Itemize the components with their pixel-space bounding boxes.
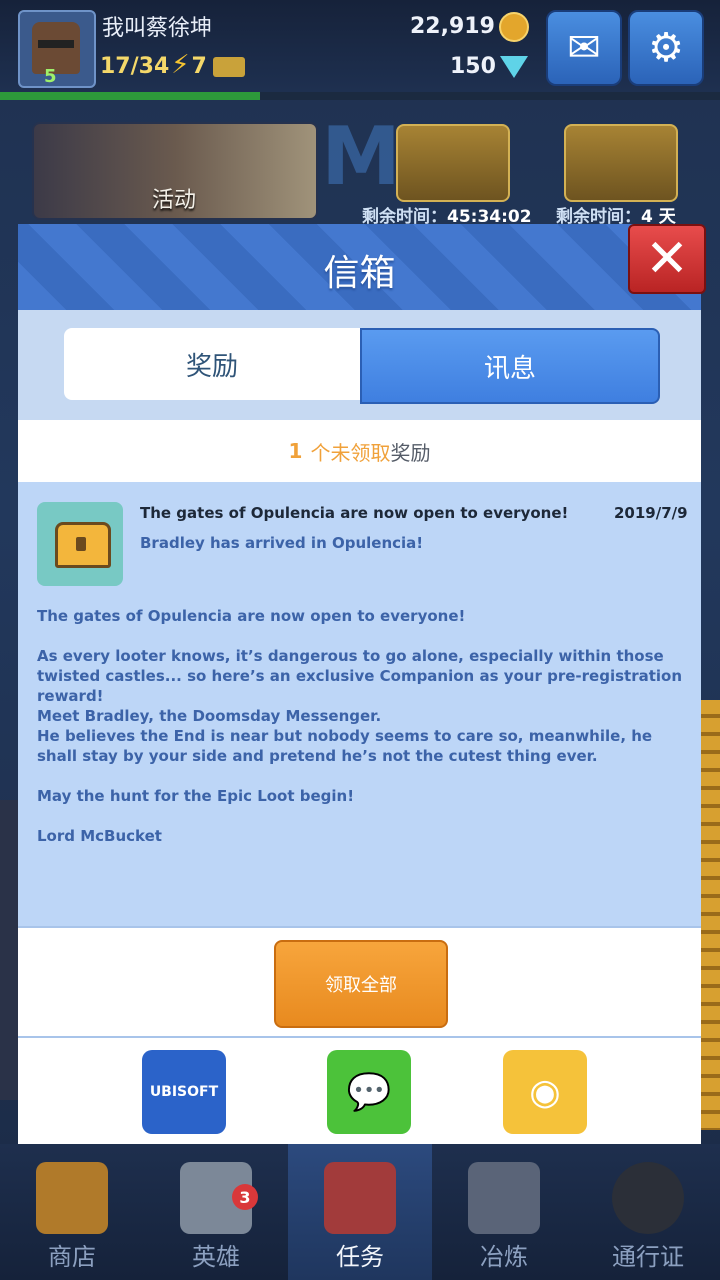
gold-value: 22,919 [410, 14, 495, 39]
top-bar: 5 我叫蔡徐坤 17/34⚡7 22,919 150 ✉ ⚙ [0, 0, 720, 92]
social-links: UBISOFT 💬 ◉ [18, 1036, 701, 1146]
message-detail[interactable]: The gates of Opulencia are now open to e… [18, 482, 701, 926]
nav-item-pass[interactable]: 通行证 [576, 1144, 720, 1280]
xp-bar-fill [0, 92, 260, 100]
message-subtitle: Bradley has arrived in Opulencia! [140, 534, 424, 552]
nav-label: 通行证 [612, 1243, 684, 1271]
mailbox-title: 信箱 [323, 253, 396, 294]
message-paragraph: May the hunt for the Epic Loot begin! [37, 787, 355, 805]
tab-rewards[interactable]: 奖励 [64, 328, 360, 400]
message-paragraph: As every looter knows, it’s dangerous to… [37, 647, 683, 765]
wechat-icon[interactable]: 💬 [327, 1050, 411, 1134]
bottom-nav: 商店 3 英雄 任务 冶炼 通行证 [0, 1144, 720, 1280]
offer-pack-1[interactable] [396, 124, 510, 202]
nav-label: 商店 [48, 1243, 96, 1271]
energy-icon: ⚡ [171, 50, 190, 80]
notification-badge: 3 [232, 1184, 258, 1210]
unclaimed-text: 个未领取 [310, 440, 391, 465]
envelope-icon: ✉ [567, 25, 601, 71]
mailbox-header: 信箱 [18, 224, 701, 310]
nav-item-quests[interactable]: 任务 [288, 1144, 432, 1280]
nav-item-shop[interactable]: 商店 [0, 1144, 144, 1280]
message-icon [37, 502, 123, 586]
coin-pile [700, 700, 720, 1130]
gem-icon [499, 56, 528, 78]
scenery-pillar [0, 800, 18, 1100]
hourglass-icon [612, 1162, 684, 1234]
weibo-icon[interactable]: ◉ [503, 1050, 587, 1134]
ubisoft-label: UBISOFT [149, 1084, 219, 1100]
nav-item-heroes[interactable]: 3 英雄 [144, 1144, 288, 1280]
chest-icon [55, 522, 111, 568]
claim-area: 领取全部 [18, 926, 701, 1038]
anvil-icon [468, 1162, 540, 1234]
nav-label: 冶炼 [480, 1243, 528, 1271]
gem-value: 150 [450, 54, 496, 79]
unclaimed-suffix: 奖励 [390, 440, 431, 465]
close-icon: ✕ [645, 229, 689, 289]
chest-icon [36, 1162, 108, 1234]
nav-label: 任务 [336, 1243, 384, 1271]
sword-shield-icon [324, 1162, 396, 1234]
player-stats: 17/34⚡7 [100, 50, 245, 80]
gold-counter[interactable]: 22,919 [410, 12, 529, 42]
gem-counter[interactable]: 150 [450, 54, 528, 79]
message-body: The gates of Opulencia are now open to e… [37, 606, 687, 866]
offer-pack-2[interactable] [564, 124, 678, 202]
coin-icon [498, 12, 529, 42]
gear-icon: ⚙ [648, 25, 684, 71]
xp-bar-track [260, 92, 720, 100]
game-logo-icon: M [321, 110, 401, 203]
settings-button[interactable]: ⚙ [628, 10, 704, 86]
close-button[interactable]: ✕ [628, 224, 706, 294]
mailbox-modal: 信箱 ✕ 奖励 讯息 1 个未领取 奖励 The gates of Opulen… [18, 224, 706, 1146]
event-banner[interactable]: 活动 [32, 122, 318, 220]
ubisoft-icon[interactable]: UBISOFT [142, 1050, 226, 1134]
player-avatar[interactable] [18, 10, 96, 88]
message-date: 2019/7/9 [614, 504, 688, 522]
player-name: 我叫蔡徐坤 [102, 16, 213, 41]
unclaimed-summary: 1 个未领取 奖励 [18, 420, 701, 482]
message-title: The gates of Opulencia are now open to e… [140, 504, 569, 522]
player-level: 5 [44, 66, 57, 87]
mailbox-tabs: 奖励 讯息 [18, 310, 701, 420]
mail-button[interactable]: ✉ [546, 10, 622, 86]
nav-item-forge[interactable]: 冶炼 [432, 1144, 576, 1280]
energy-count: 7 [191, 54, 207, 79]
message-paragraph: The gates of Opulencia are now open to e… [37, 607, 466, 625]
tab-messages[interactable]: 讯息 [360, 328, 660, 404]
crowns-count: 17/34 [100, 54, 170, 79]
nav-label: 英雄 [192, 1243, 240, 1271]
event-banner-label: 活动 [152, 188, 197, 213]
unclaimed-count: 1 [288, 439, 303, 463]
crown-icon [212, 57, 245, 77]
message-signature: Lord McBucket [37, 827, 162, 845]
claim-all-button[interactable]: 领取全部 [274, 940, 448, 1028]
